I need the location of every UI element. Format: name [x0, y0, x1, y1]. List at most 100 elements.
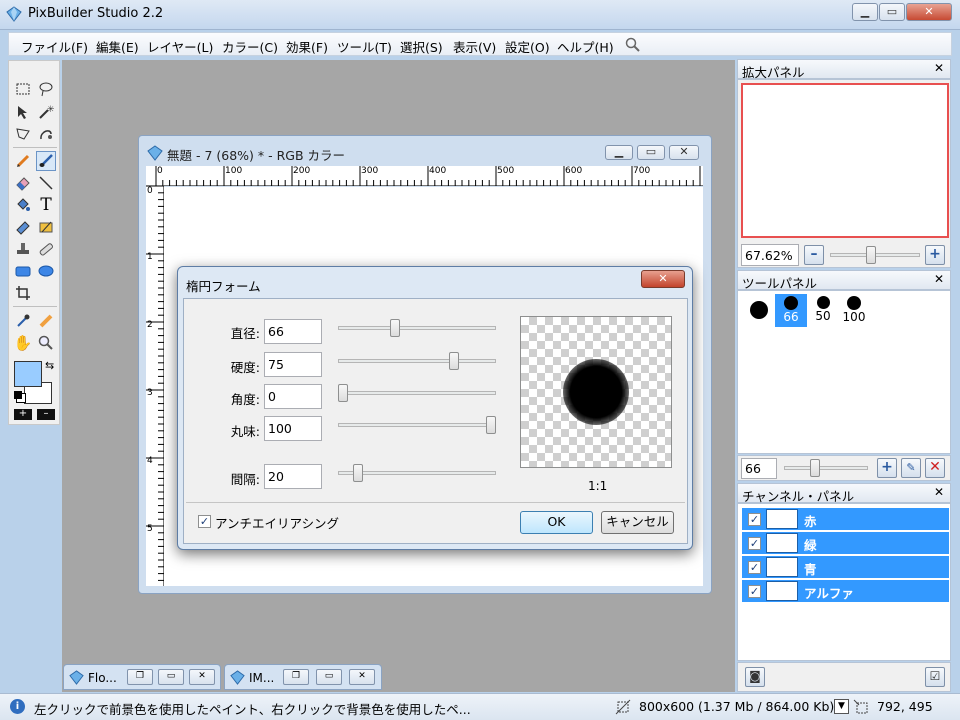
edit-brush-button[interactable]: ✎ — [901, 458, 921, 478]
menu-view[interactable]: 表示(V) — [453, 37, 496, 56]
rect-select-tool[interactable] — [13, 79, 33, 99]
cancel-button[interactable]: キャンセル — [601, 511, 674, 534]
close-button[interactable]: ✕ — [189, 669, 215, 685]
zoom-out-button[interactable]: – — [804, 245, 824, 265]
rect-shape-tool[interactable] — [13, 261, 33, 281]
zoom-slider-thumb[interactable] — [866, 246, 876, 264]
tool-panel-close-icon[interactable]: ✕ — [934, 272, 944, 286]
ok-button[interactable]: OK — [520, 511, 593, 534]
zoom-in-button[interactable]: + — [925, 245, 945, 265]
brush-preset-item[interactable] — [746, 299, 772, 333]
remove-color-button[interactable]: – — [37, 409, 55, 420]
search-icon[interactable] — [625, 37, 640, 52]
menu-select[interactable]: 選択(S) — [400, 37, 443, 56]
spacing-slider-thumb[interactable] — [352, 464, 363, 482]
menu-help[interactable]: ヘルプ(H) — [557, 37, 614, 56]
menu-edit[interactable]: 編集(E) — [96, 37, 139, 56]
zoom-value-input[interactable]: 67.62% — [741, 244, 799, 266]
channel-apply-button[interactable]: ☑ — [925, 667, 945, 687]
zoom-navigator-preview[interactable] — [741, 83, 949, 238]
crop-tool[interactable] — [13, 283, 33, 303]
healing-tool[interactable] — [36, 239, 56, 259]
polygon-lasso-tool[interactable] — [13, 124, 33, 144]
lasso-tool[interactable] — [36, 79, 56, 99]
ellipse-shape-tool[interactable] — [36, 261, 56, 281]
brush-preset-item-selected[interactable]: 66 — [775, 294, 807, 327]
menu-layer[interactable]: レイヤー(L) — [147, 37, 213, 56]
menu-tools[interactable]: ツール(T) — [337, 37, 392, 56]
angle-input[interactable]: 0 — [264, 384, 322, 409]
swap-colors-icon[interactable]: ⇆ — [45, 359, 54, 372]
angle-slider[interactable] — [338, 391, 496, 395]
doc-close-button[interactable]: ✕ — [669, 145, 699, 160]
eraser-tool[interactable] — [13, 173, 33, 193]
magnetic-lasso-tool[interactable] — [36, 124, 56, 144]
move-tool[interactable] — [13, 102, 33, 122]
close-button[interactable]: ✕ — [349, 669, 375, 685]
hardness-slider-thumb[interactable] — [449, 352, 459, 370]
close-button[interactable]: ✕ — [906, 3, 952, 21]
hand-tool[interactable]: ✋ — [13, 333, 33, 353]
roundness-slider-thumb[interactable] — [486, 416, 496, 434]
zoom-panel-close-icon[interactable]: ✕ — [934, 61, 944, 75]
channel-visibility-checkbox[interactable]: ✓ — [748, 537, 761, 550]
channel-row-alpha[interactable]: ✓ アルファ — [742, 580, 949, 602]
brush-size-slider[interactable] — [784, 466, 868, 470]
channel-row-green[interactable]: ✓ 緑 — [742, 532, 949, 554]
magic-wand-tool[interactable]: ✳ — [36, 102, 56, 122]
roundness-input[interactable]: 100 — [264, 416, 322, 441]
default-colors-icon[interactable] — [14, 391, 22, 399]
smudge-tool[interactable] — [13, 217, 33, 237]
eyedropper-tool[interactable] — [13, 311, 33, 331]
restore-button[interactable]: ❐ — [283, 669, 309, 685]
diameter-input[interactable]: 66 — [264, 319, 322, 344]
brush-size-slider-thumb[interactable] — [810, 459, 820, 477]
diameter-slider-thumb[interactable] — [389, 319, 400, 337]
color-replace-tool[interactable] — [36, 311, 56, 331]
channel-visibility-checkbox[interactable]: ✓ — [748, 561, 761, 574]
pencil-tool[interactable] — [13, 151, 33, 171]
status-dropdown-button[interactable]: ▼ — [834, 699, 849, 714]
zoom-tool[interactable] — [36, 333, 56, 353]
maximize-button[interactable]: ▭ — [879, 3, 905, 21]
roundness-slider[interactable] — [338, 423, 496, 427]
maximize-button[interactable]: ▭ — [158, 669, 184, 685]
brush-preset-item[interactable]: 100 — [840, 294, 868, 327]
dialog-close-button[interactable]: ✕ — [641, 270, 685, 288]
hardness-input[interactable]: 75 — [264, 352, 322, 377]
diameter-slider[interactable] — [338, 326, 496, 330]
delete-brush-button[interactable]: ✕ — [925, 458, 945, 478]
menu-effects[interactable]: 効果(F) — [286, 37, 328, 56]
channel-mask-button[interactable]: ◙ — [745, 667, 765, 687]
minimized-window-1[interactable]: Flo... ❐ ▭ ✕ — [63, 664, 221, 690]
menu-color[interactable]: カラー(C) — [222, 37, 278, 56]
restore-button[interactable]: ❐ — [127, 669, 153, 685]
maximize-button[interactable]: ▭ — [316, 669, 342, 685]
minimized-window-2[interactable]: IM... ❐ ▭ ✕ — [224, 664, 382, 690]
brush-size-input[interactable]: 66 — [741, 458, 777, 479]
gradient-tool[interactable] — [36, 217, 56, 237]
spacing-input[interactable]: 20 — [264, 464, 322, 489]
channel-visibility-checkbox[interactable]: ✓ — [748, 513, 761, 526]
channel-visibility-checkbox[interactable]: ✓ — [748, 585, 761, 598]
doc-minimize-button[interactable]: ▁ — [605, 145, 633, 160]
hardness-slider[interactable] — [338, 359, 496, 363]
brush-preset-item[interactable]: 50 — [810, 294, 836, 327]
add-brush-button[interactable]: + — [877, 458, 897, 478]
line-tool[interactable] — [36, 173, 56, 193]
menu-file[interactable]: ファイル(F) — [21, 37, 88, 56]
brush-tool[interactable] — [36, 151, 56, 171]
minimize-button[interactable]: ▁ — [852, 3, 878, 21]
channel-row-blue[interactable]: ✓ 青 — [742, 556, 949, 578]
stamp-tool[interactable] — [13, 239, 33, 259]
menu-settings[interactable]: 設定(O) — [505, 37, 550, 56]
angle-slider-thumb[interactable] — [338, 384, 348, 402]
doc-maximize-button[interactable]: ▭ — [637, 145, 665, 160]
channel-panel-close-icon[interactable]: ✕ — [934, 485, 944, 499]
text-tool[interactable]: T — [36, 195, 56, 215]
foreground-color-swatch[interactable] — [14, 361, 42, 387]
channel-row-red[interactable]: ✓ 赤 — [742, 508, 949, 530]
antialias-checkbox[interactable]: ✓ — [198, 515, 211, 528]
fill-tool[interactable] — [13, 195, 33, 215]
add-color-button[interactable]: + — [14, 409, 32, 420]
